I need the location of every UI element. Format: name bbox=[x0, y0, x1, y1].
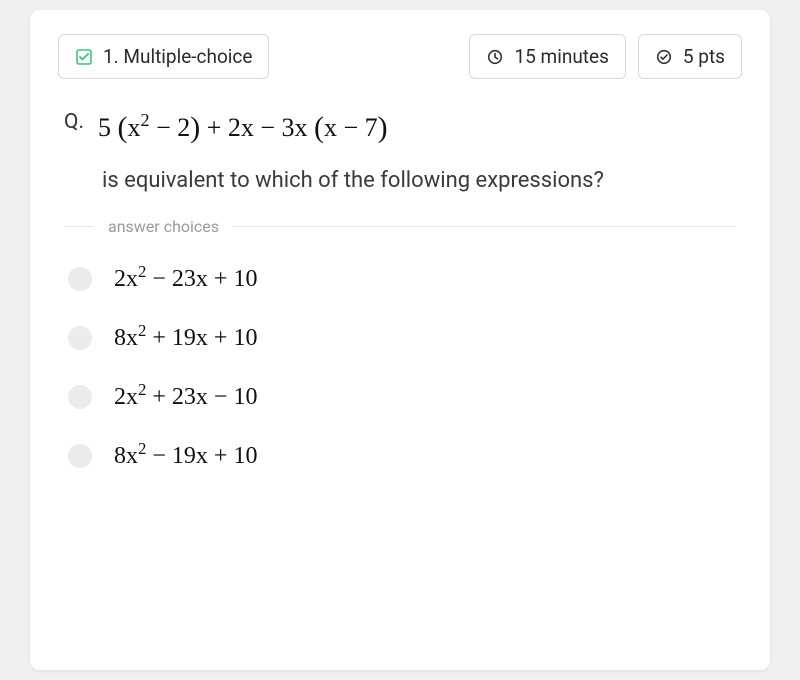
choice-text: 2x2 + 23x − 10 bbox=[114, 384, 257, 411]
answer-choice[interactable]: 2x2 − 23x + 10 bbox=[58, 250, 742, 309]
choice-text: 8x2 − 19x + 10 bbox=[114, 443, 257, 470]
question-type-pill[interactable]: 1. Multiple-choice bbox=[58, 34, 269, 79]
checkbox-icon bbox=[75, 48, 93, 66]
divider-line bbox=[64, 226, 94, 227]
question-prefix: Q. bbox=[64, 107, 84, 148]
question-prompt: is equivalent to which of the following … bbox=[58, 168, 742, 193]
divider-line bbox=[233, 226, 736, 227]
choice-text: 8x2 + 19x + 10 bbox=[114, 325, 257, 352]
points-pill[interactable]: 5 pts bbox=[638, 34, 742, 79]
radio-icon[interactable] bbox=[68, 444, 92, 468]
points-label: 5 pts bbox=[683, 45, 725, 68]
answer-choice[interactable]: 2x2 + 23x − 10 bbox=[58, 368, 742, 427]
question-expression: 5 (x2 − 2) + 2x − 3x (x − 7) bbox=[98, 107, 388, 148]
clock-icon bbox=[486, 48, 504, 66]
radio-icon[interactable] bbox=[68, 326, 92, 350]
choices-heading: answer choices bbox=[108, 217, 219, 236]
question-type-label: 1. Multiple-choice bbox=[103, 45, 252, 68]
choice-text: 2x2 − 23x + 10 bbox=[114, 266, 257, 293]
choices-divider: answer choices bbox=[64, 217, 736, 236]
question-header: 1. Multiple-choice 15 minutes 5 pts bbox=[58, 34, 742, 79]
check-circle-icon bbox=[655, 48, 673, 66]
time-label: 15 minutes bbox=[514, 45, 608, 68]
time-pill[interactable]: 15 minutes bbox=[469, 34, 625, 79]
question-expression-row: Q. 5 (x2 − 2) + 2x − 3x (x − 7) bbox=[58, 107, 742, 148]
radio-icon[interactable] bbox=[68, 267, 92, 291]
answer-choice[interactable]: 8x2 − 19x + 10 bbox=[58, 427, 742, 486]
radio-icon[interactable] bbox=[68, 385, 92, 409]
question-card: 1. Multiple-choice 15 minutes 5 pts bbox=[30, 10, 770, 670]
answer-choice[interactable]: 8x2 + 19x + 10 bbox=[58, 309, 742, 368]
